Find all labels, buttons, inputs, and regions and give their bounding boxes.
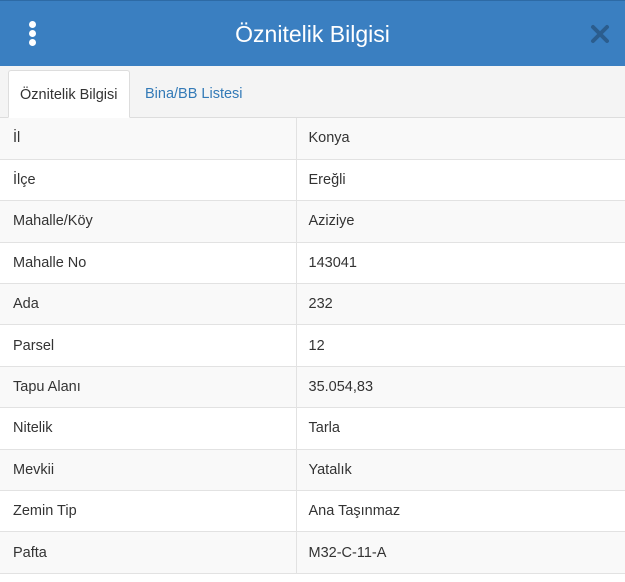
table-row: İlçe Ereğli [0, 159, 625, 202]
close-x-icon[interactable] [589, 23, 611, 45]
attribute-value: Aziziye [295, 200, 625, 243]
attribute-key: Zemin Tip [0, 490, 296, 533]
attribute-key: Mahalle/Köy [0, 200, 296, 243]
attribute-key: Ada [0, 283, 296, 326]
close-x-glyph [591, 25, 609, 43]
attribute-value: M32-C-11-A [295, 531, 625, 574]
attribute-value: Yatalık [295, 449, 625, 492]
table-row: Parsel 12 [0, 324, 625, 367]
attribute-value: 12 [295, 324, 625, 367]
table-row: Ada 232 [0, 283, 625, 326]
attribute-value: Ana Taşınmaz [295, 490, 625, 533]
table-row: Mahalle/Köy Aziziye [0, 200, 625, 243]
attribute-key: İlçe [0, 159, 296, 202]
attribute-key: Parsel [0, 324, 296, 367]
table-row: İl Konya [0, 118, 625, 160]
attribute-key: Nitelik [0, 407, 296, 450]
table-row: Pafta M32-C-11-A [0, 531, 625, 574]
attribute-key: Pafta [0, 531, 296, 574]
attribute-value: Ereğli [295, 159, 625, 202]
table-row: Mevkii Yatalık [0, 449, 625, 492]
attribute-key: İl [0, 118, 296, 160]
attribute-key: Mahalle No [0, 242, 296, 285]
table-row: Tapu Alanı 35.054,83 [0, 366, 625, 409]
dialog-title: Öznitelik Bilgisi [235, 21, 390, 47]
attribute-value: Konya [295, 118, 625, 160]
attribute-value: 232 [295, 283, 625, 326]
attribute-value: 35.054,83 [295, 366, 625, 409]
attribute-value: Tarla [295, 407, 625, 450]
tab-attribute-info[interactable]: Öznitelik Bilgisi [8, 70, 130, 118]
attribute-info-dialog: Öznitelik Bilgisi Öznitelik Bilgisi Bina… [0, 0, 625, 582]
tab-bar: Öznitelik Bilgisi Bina/BB Listesi [0, 66, 625, 118]
attribute-value: 143041 [295, 242, 625, 285]
tab-building-list[interactable]: Bina/BB Listesi [134, 70, 254, 118]
attribute-key: Tapu Alanı [0, 366, 296, 409]
attribute-table: İl Konya İlçe Ereğli Mahalle/Köy Aziziye… [0, 118, 625, 574]
table-row: Nitelik Tarla [0, 407, 625, 450]
table-row: Zemin Tip Ana Taşınmaz [0, 490, 625, 533]
dialog-header: Öznitelik Bilgisi [0, 0, 625, 66]
table-row: Mahalle No 143041 [0, 242, 625, 285]
attribute-key: Mevkii [0, 449, 296, 492]
